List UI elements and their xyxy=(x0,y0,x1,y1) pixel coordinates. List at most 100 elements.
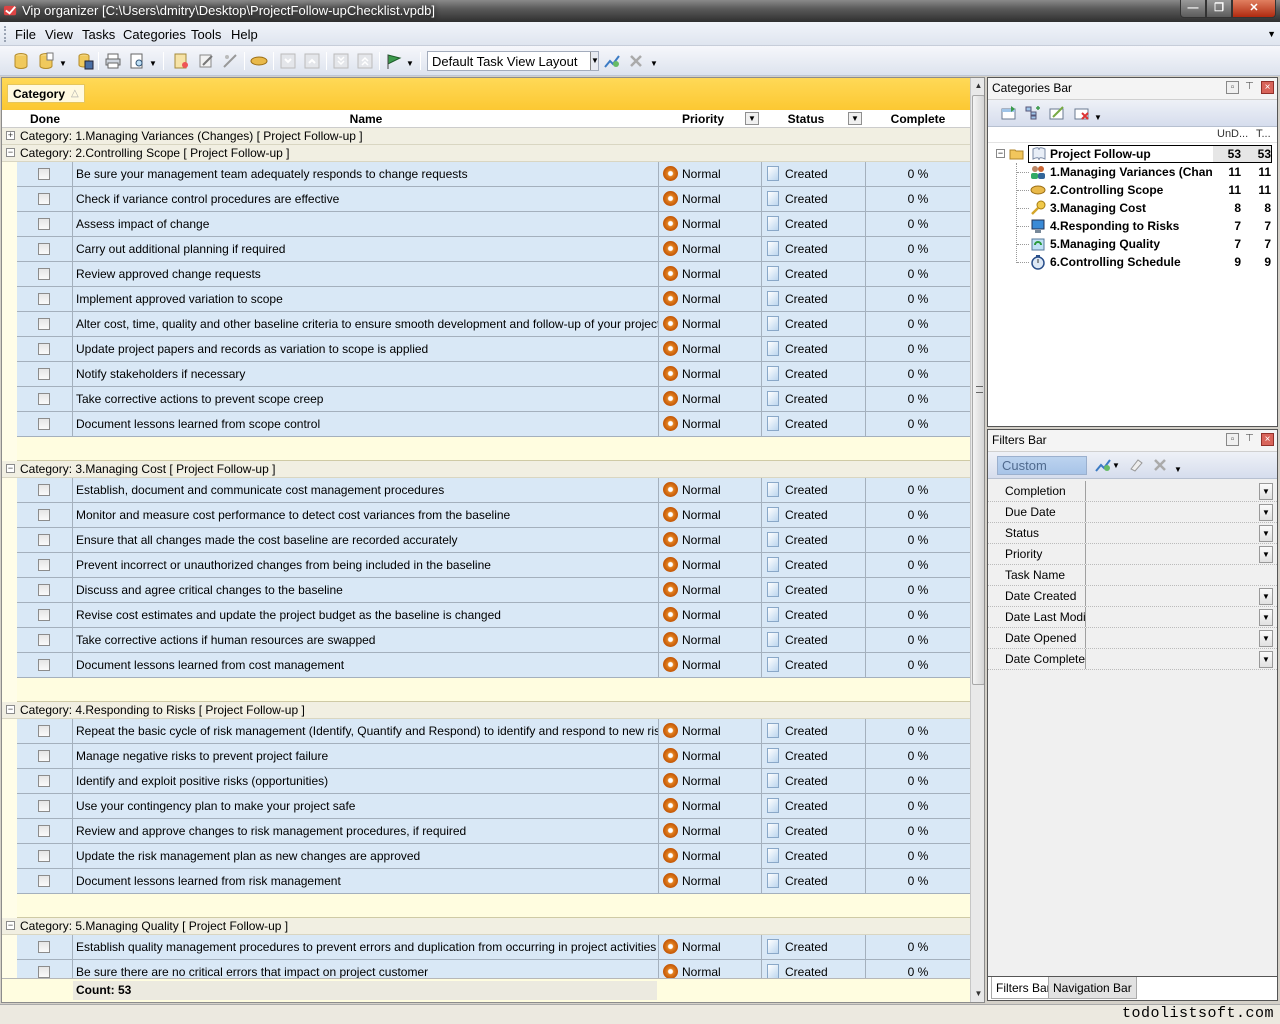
priority-cell[interactable]: Normal xyxy=(659,844,762,868)
move-top-icon[interactable] xyxy=(356,52,374,70)
complete-value[interactable]: 0 % xyxy=(866,935,970,959)
task-name[interactable]: Take corrective actions if human resourc… xyxy=(73,628,659,652)
layout-select[interactable]: Default Task View Layout ▼ xyxy=(427,51,599,71)
priority-cell[interactable]: Normal xyxy=(659,628,762,652)
done-checkbox[interactable] xyxy=(38,966,50,978)
menu-file[interactable]: File xyxy=(15,27,36,42)
restore-button[interactable]: ❐ xyxy=(1206,0,1232,18)
collapse-icon[interactable]: − xyxy=(6,148,15,157)
vertical-scrollbar[interactable]: ▲ ▼ xyxy=(970,78,984,1002)
float-panel-icon[interactable]: ▫ xyxy=(1226,81,1239,94)
tree-item-category[interactable]: 4.Responding to Risks 7 7 xyxy=(988,217,1277,235)
task-row[interactable]: Take corrective actions if human resourc… xyxy=(17,628,970,653)
task-row[interactable]: Identify and exploit positive risks (opp… xyxy=(17,769,970,794)
priority-cell[interactable]: Normal xyxy=(659,262,762,286)
minimize-button[interactable]: — xyxy=(1180,0,1206,18)
save-database-icon[interactable] xyxy=(76,52,94,70)
menu-view[interactable]: View xyxy=(45,27,73,42)
priority-cell[interactable]: Normal xyxy=(659,237,762,261)
done-checkbox[interactable] xyxy=(38,368,50,380)
status-cell[interactable]: Created xyxy=(762,412,866,436)
collapse-icon[interactable]: − xyxy=(996,149,1005,158)
task-row[interactable]: Prevent incorrect or unauthorized change… xyxy=(17,553,970,578)
task-row[interactable]: Update project papers and records as var… xyxy=(17,337,970,362)
task-name[interactable]: Monitor and measure cost performance to … xyxy=(73,503,659,527)
task-name[interactable]: Check if variance control procedures are… xyxy=(73,187,659,211)
done-checkbox[interactable] xyxy=(38,559,50,571)
task-name[interactable]: Document lessons learned from risk manag… xyxy=(73,869,659,893)
done-checkbox[interactable] xyxy=(38,509,50,521)
priority-cell[interactable]: Normal xyxy=(659,312,762,336)
scroll-up-icon[interactable]: ▲ xyxy=(971,78,984,94)
float-panel-icon[interactable]: ▫ xyxy=(1226,433,1239,446)
done-checkbox[interactable] xyxy=(38,343,50,355)
delete-layout-icon[interactable] xyxy=(627,52,645,70)
scroll-down-icon[interactable]: ▼ xyxy=(971,986,984,1002)
task-row[interactable]: Check if variance control procedures are… xyxy=(17,187,970,212)
complete-value[interactable]: 0 % xyxy=(866,237,970,261)
column-header-complete[interactable]: Complete xyxy=(866,112,970,126)
task-row[interactable]: Repeat the basic cycle of risk managemen… xyxy=(17,719,970,744)
tree-item-category[interactable]: 3.Managing Cost 8 8 xyxy=(988,199,1277,217)
task-row[interactable]: Document lessons learned from scope cont… xyxy=(17,412,970,437)
priority-cell[interactable]: Normal xyxy=(659,553,762,577)
status-cell[interactable]: Created xyxy=(762,794,866,818)
filter-value-field[interactable] xyxy=(1087,628,1257,648)
priority-cell[interactable]: Normal xyxy=(659,794,762,818)
group-header[interactable]: + Category: 1.Managing Variances (Changes… xyxy=(2,128,970,145)
task-name[interactable]: Update project papers and records as var… xyxy=(73,337,659,361)
status-cell[interactable]: Created xyxy=(762,287,866,311)
done-checkbox[interactable] xyxy=(38,750,50,762)
move-bottom-icon[interactable] xyxy=(332,52,350,70)
task-row[interactable]: Carry out additional planning if require… xyxy=(17,237,970,262)
priority-cell[interactable]: Normal xyxy=(659,412,762,436)
priority-cell[interactable]: Normal xyxy=(659,935,762,959)
chevron-down-icon[interactable]: ▼ xyxy=(1094,113,1102,122)
complete-value[interactable]: 0 % xyxy=(866,769,970,793)
task-row[interactable]: Be sure there are no critical errors tha… xyxy=(17,960,970,978)
priority-cell[interactable]: Normal xyxy=(659,819,762,843)
status-cell[interactable]: Created xyxy=(762,337,866,361)
status-cell[interactable]: Created xyxy=(762,935,866,959)
priority-cell[interactable]: Normal xyxy=(659,187,762,211)
status-cell[interactable]: Created xyxy=(762,262,866,286)
status-cell[interactable]: Created xyxy=(762,237,866,261)
done-checkbox[interactable] xyxy=(38,293,50,305)
done-checkbox[interactable] xyxy=(38,193,50,205)
done-checkbox[interactable] xyxy=(38,875,50,887)
priority-cell[interactable]: Normal xyxy=(659,578,762,602)
filter-value-field[interactable] xyxy=(1087,607,1257,627)
status-cell[interactable]: Created xyxy=(762,719,866,743)
done-checkbox[interactable] xyxy=(38,218,50,230)
status-cell[interactable]: Created xyxy=(762,187,866,211)
task-name[interactable]: Take corrective actions to prevent scope… xyxy=(73,387,659,411)
task-row[interactable]: Establish, document and communicate cost… xyxy=(17,478,970,503)
column-header-done[interactable]: Done xyxy=(17,112,73,126)
priority-cell[interactable]: Normal xyxy=(659,362,762,386)
status-cell[interactable]: Created xyxy=(762,387,866,411)
priority-cell[interactable]: Normal xyxy=(659,287,762,311)
flag-icon[interactable] xyxy=(385,52,403,70)
print-preview-icon[interactable] xyxy=(128,52,146,70)
chevron-down-icon[interactable]: ▼ xyxy=(1174,465,1182,474)
done-checkbox[interactable] xyxy=(38,941,50,953)
pin-icon[interactable]: ⊤ xyxy=(1243,433,1256,446)
done-checkbox[interactable] xyxy=(38,243,50,255)
group-header[interactable]: − Category: 3.Managing Cost [ Project Fol… xyxy=(2,461,970,478)
task-name[interactable]: Carry out additional planning if require… xyxy=(73,237,659,261)
complete-value[interactable]: 0 % xyxy=(866,819,970,843)
tree-item-category[interactable]: 5.Managing Quality 7 7 xyxy=(988,235,1277,253)
chevron-down-icon[interactable]: ▼ xyxy=(1259,546,1273,563)
column-header-status[interactable]: Status xyxy=(762,112,850,126)
done-checkbox[interactable] xyxy=(38,775,50,787)
edit-task-icon[interactable] xyxy=(197,52,215,70)
task-name[interactable]: Review and approve changes to risk manag… xyxy=(73,819,659,843)
task-row[interactable]: Review and approve changes to risk manag… xyxy=(17,819,970,844)
apply-layout-icon[interactable] xyxy=(603,52,621,70)
status-cell[interactable]: Created xyxy=(762,628,866,652)
database-open-icon[interactable] xyxy=(12,52,30,70)
priority-cell[interactable]: Normal xyxy=(659,337,762,361)
priority-cell[interactable]: Normal xyxy=(659,653,762,677)
tree-item-category[interactable]: 2.Controlling Scope 11 11 xyxy=(988,181,1277,199)
task-name[interactable]: Ensure that all changes made the cost ba… xyxy=(73,528,659,552)
